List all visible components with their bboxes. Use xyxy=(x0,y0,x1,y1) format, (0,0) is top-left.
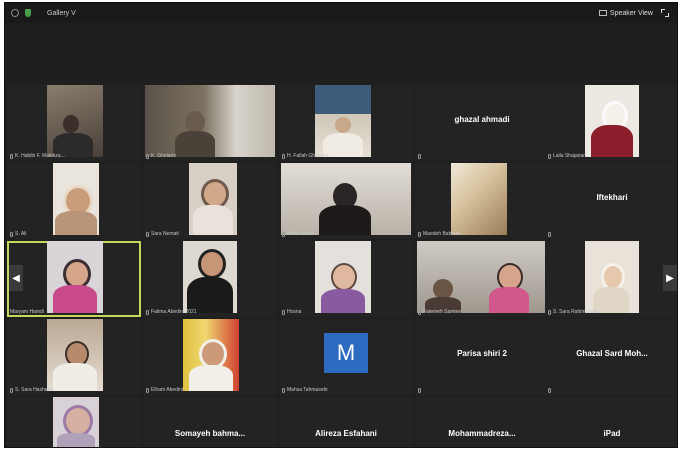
participant-video xyxy=(315,85,371,157)
mic-muted-icon xyxy=(548,388,551,393)
chevron-left-icon: ◀ xyxy=(12,272,20,284)
participant-tile[interactable]: Fatima Abedini 2021 xyxy=(143,241,277,317)
speaker-view-button[interactable]: Speaker View xyxy=(598,9,653,17)
participant-tile[interactable]: Maedeh Bahrami xyxy=(415,163,549,239)
participant-tile[interactable]: K. Habibi F. Malekza... xyxy=(7,85,141,161)
participant-tile[interactable]: ghazal ahmadi xyxy=(415,85,549,161)
participant-video xyxy=(145,85,275,157)
zoom-meeting-window: Gallery V Speaker View K. Habibi F. Male… xyxy=(4,2,678,448)
info-icon[interactable] xyxy=(11,9,19,17)
participant-tile[interactable]: Iftekhari xyxy=(545,163,677,239)
mic-muted-icon xyxy=(10,231,13,237)
participant-name: S. Ali xyxy=(10,231,26,237)
participant-tile[interactable]: S. Sara Hashemi xyxy=(7,319,141,395)
meeting-top-bar: Gallery V Speaker View xyxy=(5,3,677,23)
participant-name-large: Mohammadreza... xyxy=(448,429,516,438)
participant-video xyxy=(53,163,99,235)
participant-tile[interactable]: Elham Abedini xyxy=(143,319,277,395)
participant-name: Maryam Hamdi xyxy=(10,309,44,315)
participant-tile[interactable]: Sara Nemati xyxy=(143,163,277,239)
participant-video xyxy=(281,163,411,235)
participant-video xyxy=(451,163,507,235)
mic-muted-icon xyxy=(282,153,285,159)
participant-name: Fatemeh Samiee xyxy=(418,309,461,315)
participant-name-large: iPad xyxy=(603,429,621,438)
mic-muted-icon xyxy=(418,231,421,237)
participant-name: S. Sara Rahimzadeh xyxy=(548,309,599,315)
participant-tile[interactable]: K. Gholami xyxy=(143,85,277,161)
participant-tile-active-speaker[interactable]: Maryam Hamdi xyxy=(7,241,141,317)
participant-name-large: Ghazal Sard Moh... xyxy=(576,349,648,358)
participant-name: S. Sara Hashemi xyxy=(10,387,53,393)
participant-video xyxy=(417,241,547,313)
participant-tile[interactable]: H. Fallah Ghavami xyxy=(279,85,413,161)
participant-name: K. Habibi F. Malekza... xyxy=(10,153,65,159)
mic-muted-icon xyxy=(146,387,149,393)
previous-page-arrow[interactable]: ◀ xyxy=(9,265,23,291)
participant-video xyxy=(47,241,103,313)
participant-name-large: Iftekhari xyxy=(596,193,628,202)
participant-video xyxy=(183,241,237,313)
fullscreen-icon[interactable] xyxy=(661,9,669,17)
participant-video xyxy=(47,85,103,157)
participant-tile[interactable]: Fatemeh Samiee xyxy=(415,241,549,317)
participant-tile[interactable]: Ghazal Sard Moh... xyxy=(545,319,677,395)
next-page-arrow[interactable]: ▶ xyxy=(663,265,677,291)
participant-tile[interactable]: Parisa shiri 2 xyxy=(415,319,549,395)
view-label[interactable]: Gallery V xyxy=(47,10,76,17)
participant-tile[interactable] xyxy=(7,397,141,447)
participant-video xyxy=(585,241,639,313)
participant-video xyxy=(315,241,371,313)
participant-tile[interactable]: Hosna xyxy=(279,241,413,317)
participant-video xyxy=(47,319,103,391)
mic-muted-icon xyxy=(146,309,149,315)
mic-muted-icon xyxy=(418,388,421,393)
participant-tile[interactable]: M Mahsa Tahmasebi xyxy=(279,319,413,395)
chevron-right-icon: ▶ xyxy=(666,272,674,284)
participant-name: Hosna xyxy=(282,309,301,315)
participant-name: Elham Abedini xyxy=(146,387,183,393)
participant-name: Mahsa Tahmasebi xyxy=(282,387,328,393)
participant-name-large: ghazal ahmadi xyxy=(454,115,510,124)
mic-muted-icon xyxy=(282,231,285,237)
participant-name: K. Gholami xyxy=(146,153,176,159)
mic-muted-icon xyxy=(10,153,13,159)
participant-name: Maedeh Bahrami xyxy=(418,231,461,237)
participant-tile[interactable]: S. Ali xyxy=(7,163,141,239)
mic-muted-icon xyxy=(548,153,551,159)
shield-icon[interactable] xyxy=(25,9,31,17)
participant-name-large: Parisa shiri 2 xyxy=(457,349,507,358)
speaker-view-label: Speaker View xyxy=(609,9,653,17)
mic-muted-icon xyxy=(282,387,285,393)
participant-tile[interactable]: Somayeh bahma... xyxy=(143,397,277,447)
mic-muted-icon xyxy=(282,309,285,315)
participant-name: Sara Nemati xyxy=(146,231,179,237)
participant-tile[interactable]: Atefe Sadat xyxy=(279,163,413,239)
participant-name-large: Alireza Esfahani xyxy=(315,429,377,438)
participant-video xyxy=(53,397,99,447)
participant-tile[interactable]: iPad xyxy=(545,397,677,447)
participant-video xyxy=(585,85,639,157)
participant-avatar: M xyxy=(324,333,368,373)
speaker-view-icon xyxy=(598,10,607,16)
participant-name: H. Fallah Ghavami xyxy=(282,153,328,159)
participant-tile[interactable]: Mohammadreza... xyxy=(415,397,549,447)
participant-name: Laila Shajarian xyxy=(548,153,586,159)
mic-muted-icon xyxy=(146,231,149,237)
participant-name: Atefe Sadat xyxy=(282,231,313,237)
participant-name-large: Somayeh bahma... xyxy=(174,429,246,438)
mic-muted-icon xyxy=(418,309,421,315)
mic-muted-icon xyxy=(10,387,13,393)
participant-video xyxy=(189,163,237,235)
mic-muted-icon xyxy=(418,154,421,159)
participant-tile[interactable]: S. Sara Rahimzadeh xyxy=(545,241,677,317)
participant-video xyxy=(183,319,239,391)
mic-muted-icon xyxy=(146,153,149,159)
participant-tile[interactable]: Laila Shajarian xyxy=(545,85,677,161)
mic-muted-icon xyxy=(548,309,551,315)
mic-muted-icon xyxy=(548,232,551,237)
participant-name: Fatima Abedini 2021 xyxy=(146,309,197,315)
participant-tile[interactable]: Alireza Esfahani xyxy=(279,397,413,447)
